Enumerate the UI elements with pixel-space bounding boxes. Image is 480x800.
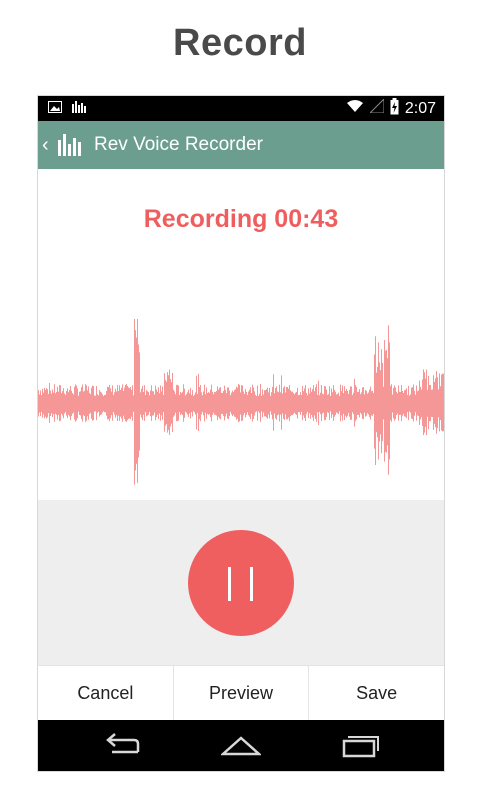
waveform-visualization [38, 319, 444, 485]
wifi-icon [346, 99, 364, 118]
preview-button[interactable]: Preview [172, 666, 309, 720]
recent-apps-icon[interactable] [340, 732, 380, 760]
home-icon[interactable] [219, 732, 263, 760]
status-bar: 2:07 [38, 96, 444, 121]
status-left [48, 100, 86, 118]
phone-screen: 2:07 ‹ Rev Voice Recorder Recording 00:4… [38, 96, 444, 771]
cancel-button[interactable]: Cancel [38, 666, 173, 720]
pause-button[interactable] [188, 530, 294, 636]
bottom-action-bar: Cancel Preview Save [38, 665, 444, 720]
status-time: 2:07 [404, 99, 436, 117]
navigation-bar [38, 720, 444, 771]
recording-panel: Recording 00:43 [38, 169, 444, 499]
signal-bars-icon [72, 100, 86, 118]
cell-signal-icon [368, 97, 385, 118]
page-title: Record [173, 22, 307, 64]
control-area [38, 500, 444, 665]
recording-status: Recording 00:43 [143, 205, 339, 233]
image-icon [48, 100, 62, 118]
app-bar: ‹ Rev Voice Recorder [38, 121, 444, 169]
app-title: Rev Voice Recorder [94, 134, 263, 155]
chevron-left-icon[interactable]: ‹ [42, 134, 54, 157]
back-arrow-icon[interactable] [102, 732, 142, 760]
waveform-bars-icon[interactable] [58, 134, 84, 156]
status-right: 2:07 [346, 97, 436, 120]
battery-charging-icon [390, 97, 399, 120]
save-button[interactable]: Save [308, 666, 444, 720]
